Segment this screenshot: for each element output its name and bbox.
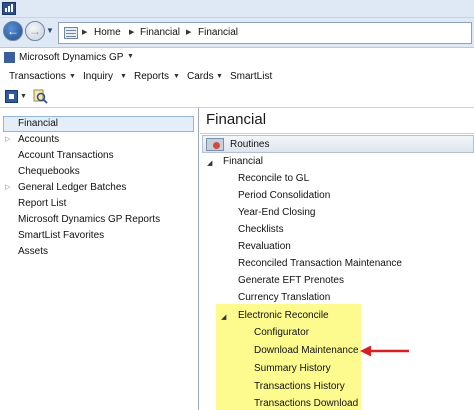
routine-download-maintenance[interactable]: Download Maintenance	[254, 345, 359, 356]
routine-year-end-closing[interactable]: Year-End Closing	[238, 207, 315, 218]
menu-smartlist[interactable]: SmartList	[230, 71, 272, 82]
routines-icon	[206, 138, 224, 151]
group-financial[interactable]: Financial	[223, 156, 263, 167]
back-button[interactable]: ←	[3, 21, 23, 41]
company-name[interactable]: Microsoft Dynamics GP	[19, 52, 123, 63]
divider	[200, 133, 474, 134]
nav-item-label: Assets	[18, 246, 49, 257]
company-icon	[4, 52, 15, 63]
arrow-left-icon: ←	[7, 24, 19, 38]
nav-item-general-ledger-batches[interactable]: ▷ General Ledger Batches	[0, 180, 199, 196]
forward-button[interactable]: →	[25, 21, 45, 41]
menu-bar: Transactions ▼ Inquiry ▼ Reports ▼ Cards…	[0, 68, 474, 86]
address-toolbar: ← → ▼ ▶ Home ▶ Financial ▶ Financial	[0, 18, 474, 48]
expand-arrow-icon[interactable]: ▷	[5, 183, 10, 191]
toolbar: ▼	[0, 86, 474, 108]
breadcrumb[interactable]: ▶ Home ▶ Financial ▶ Financial	[58, 22, 472, 44]
menu-transactions[interactable]: Transactions	[9, 71, 66, 82]
content-pane: Financial Routines ◢ Financial Reconcile…	[200, 108, 474, 410]
routine-currency-translation[interactable]: Currency Translation	[238, 292, 330, 303]
collapse-arrow-icon[interactable]: ◢	[207, 159, 212, 167]
menu-inquiry[interactable]: Inquiry	[83, 71, 113, 82]
nav-item-assets[interactable]: Assets	[0, 244, 199, 260]
company-bar: Microsoft Dynamics GP ▼	[0, 48, 474, 68]
group-electronic-reconcile[interactable]: Electronic Reconcile	[238, 310, 329, 321]
collapse-arrow-icon[interactable]: ◢	[221, 313, 226, 321]
routine-summary-history[interactable]: Summary History	[254, 363, 331, 374]
nav-item-label: Report List	[18, 198, 67, 209]
chevron-down-icon[interactable]: ▼	[173, 73, 180, 80]
nav-item-label: Chequebooks	[18, 166, 80, 177]
nav-item-financial[interactable]: Financial	[0, 116, 199, 132]
menu-cards[interactable]: Cards	[187, 71, 214, 82]
breadcrumb-financial[interactable]: Financial	[140, 27, 180, 38]
expand-arrow-icon[interactable]: ▷	[5, 135, 10, 143]
pointer-arrow-icon	[360, 345, 409, 357]
section-label: Routines	[230, 139, 270, 150]
nav-item-label: SmartList Favorites	[18, 230, 105, 241]
nav-item-accounts[interactable]: ▷ Accounts	[0, 132, 199, 148]
page-title: Financial	[206, 111, 267, 128]
routine-transactions-history[interactable]: Transactions History	[254, 381, 345, 392]
breadcrumb-separator-icon: ▶	[82, 29, 88, 36]
routine-generate-eft-prenotes[interactable]: Generate EFT Prenotes	[238, 275, 344, 286]
nav-item-label: Accounts	[18, 134, 60, 145]
menu-reports[interactable]: Reports	[134, 71, 169, 82]
chevron-down-icon[interactable]: ▼	[20, 93, 27, 100]
nav-item-label: Financial	[18, 118, 59, 129]
navigation-pane-icon[interactable]	[5, 90, 18, 103]
nav-item-chequebooks[interactable]: Chequebooks	[0, 164, 199, 180]
window-title-bar	[0, 0, 474, 18]
dynamics-gp-icon	[2, 2, 16, 15]
nav-item-label: Microsoft Dynamics GP Reports	[18, 214, 161, 225]
breadcrumb-financial-current[interactable]: Financial	[198, 27, 238, 38]
nav-item-account-transactions[interactable]: Account Transactions	[0, 148, 199, 164]
chevron-down-icon[interactable]: ▼	[120, 73, 127, 80]
lookup-icon[interactable]	[33, 89, 48, 104]
page-list-icon	[64, 27, 78, 39]
history-dropdown-icon[interactable]: ▼	[46, 26, 54, 35]
nav-item-dynamics-gp-reports[interactable]: Microsoft Dynamics GP Reports	[0, 212, 199, 228]
chevron-down-icon[interactable]: ▼	[69, 73, 76, 80]
breadcrumb-separator-icon: ▶	[186, 29, 192, 36]
routine-transactions-download[interactable]: Transactions Download	[254, 398, 358, 409]
routine-period-consolidation[interactable]: Period Consolidation	[238, 190, 330, 201]
routine-revaluation[interactable]: Revaluation	[238, 241, 291, 252]
routine-reconciled-transaction-maintenance[interactable]: Reconciled Transaction Maintenance	[238, 258, 402, 269]
nav-item-report-list[interactable]: Report List	[0, 196, 199, 212]
nav-item-label: Account Transactions	[18, 150, 114, 161]
chevron-down-icon[interactable]: ▼	[127, 53, 134, 60]
routines-section-header[interactable]: Routines	[202, 135, 474, 153]
chevron-down-icon[interactable]: ▼	[216, 73, 223, 80]
routine-reconcile-to-gl[interactable]: Reconcile to GL	[238, 173, 309, 184]
nav-item-smartlist-favorites[interactable]: SmartList Favorites	[0, 228, 199, 244]
arrow-right-icon: →	[29, 24, 41, 38]
breadcrumb-home[interactable]: Home	[94, 27, 121, 38]
navigation-pane: Financial ▷ Accounts Account Transaction…	[0, 108, 199, 410]
nav-item-label: General Ledger Batches	[18, 182, 127, 193]
breadcrumb-separator-icon: ▶	[129, 29, 135, 36]
routine-configurator[interactable]: Configurator	[254, 327, 309, 338]
routine-checklists[interactable]: Checklists	[238, 224, 284, 235]
